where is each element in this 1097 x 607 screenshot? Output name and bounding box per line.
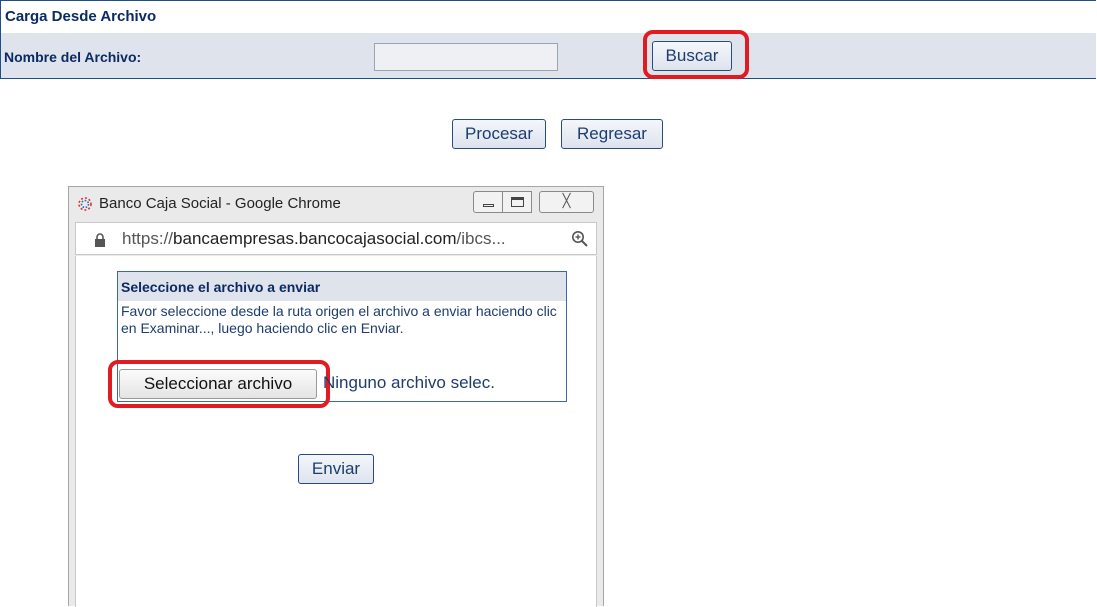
close-glyph: ╳: [562, 193, 571, 208]
minimize-icon[interactable]: [473, 191, 503, 213]
lock-icon: [95, 233, 105, 247]
popup-content: Seleccione el archivo a enviar Favor sel…: [75, 256, 597, 607]
regresar-button[interactable]: Regresar: [561, 119, 663, 149]
url-host: bancaempresas.bancocajasocial.com: [173, 229, 457, 248]
address-bar[interactable]: https://bancaempresas.bancocajasocial.co…: [75, 222, 597, 255]
enviar-button[interactable]: Enviar: [298, 454, 374, 484]
highlight-buscar: [643, 30, 749, 79]
highlight-select-file: [108, 360, 330, 408]
window-title: Banco Caja Social - Google Chrome: [99, 195, 341, 212]
form-title-bar: Carga Desde Archivo: [1, 1, 1096, 33]
no-file-selected-text: Ninguno archivo selec.: [323, 373, 495, 392]
zoom-icon[interactable]: [571, 230, 589, 248]
panel-instructions: Favor seleccione desde la ruta origen el…: [121, 303, 557, 336]
carga-archivo-form: Carga Desde Archivo Nombre del Archivo:: [0, 0, 1096, 79]
url-scheme: https://: [122, 229, 174, 248]
bank-logo-icon: [78, 197, 92, 211]
url-path: /ibcs...: [456, 229, 506, 248]
url-text: https://bancaempresas.bancocajasocial.co…: [122, 229, 506, 249]
file-name-label: Nombre del Archivo:: [4, 49, 142, 65]
panel-header: Seleccione el archivo a enviar: [118, 272, 566, 301]
close-icon[interactable]: ╳: [539, 191, 594, 213]
file-name-input[interactable]: [374, 43, 558, 71]
chrome-popup-window: Banco Caja Social - Google Chrome ╳ http…: [68, 186, 604, 607]
form-title: Carga Desde Archivo: [5, 8, 157, 25]
procesar-button[interactable]: Procesar: [452, 119, 546, 149]
window-title-bar[interactable]: Banco Caja Social - Google Chrome ╳: [69, 187, 603, 221]
file-name-row: Nombre del Archivo:: [1, 33, 1096, 78]
maximize-icon[interactable]: [502, 191, 532, 213]
panel-title: Seleccione el archivo a enviar: [121, 279, 321, 295]
